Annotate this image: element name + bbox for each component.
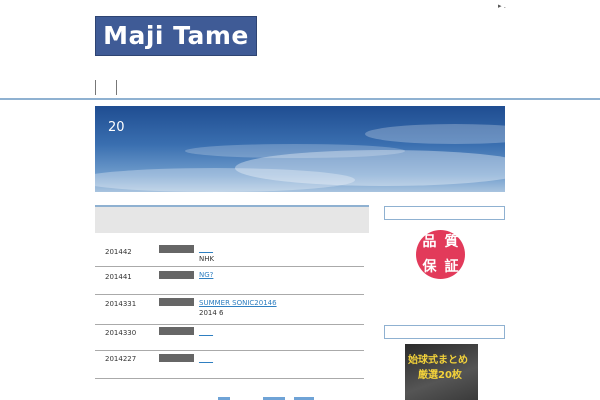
post-link[interactable]: ____: [199, 328, 213, 336]
top-link-marker[interactable]: ▸ .: [498, 2, 506, 10]
post-excerpt: 2014 6: [199, 309, 224, 317]
post-row[interactable]: 2014330 ____: [95, 324, 364, 351]
hero-banner: 20: [95, 106, 505, 192]
hero-title: 20: [108, 120, 125, 135]
post-link[interactable]: SUMMER SONIC20146: [199, 299, 277, 307]
post-link[interactable]: ____: [199, 355, 213, 363]
post-row[interactable]: 2014331 SUMMER SONIC20146 2014 6: [95, 294, 364, 325]
site-logo[interactable]: Maji Tame: [95, 16, 257, 56]
post-link[interactable]: NG?: [199, 271, 213, 279]
post-row[interactable]: 201441 NG?: [95, 266, 364, 295]
section-header-box: [95, 205, 369, 233]
badge-char: 証: [444, 258, 459, 275]
post-row[interactable]: 2014227 ____: [95, 350, 364, 379]
badge-char: 保: [422, 258, 437, 275]
category-tag[interactable]: [159, 271, 194, 279]
category-tag[interactable]: [159, 354, 194, 362]
post-link[interactable]: ____: [199, 245, 213, 253]
quality-guarantee-badge[interactable]: 品 質 保 証: [416, 230, 465, 279]
post-date: 201441: [105, 273, 132, 281]
category-tag[interactable]: [159, 327, 194, 335]
post-date: 2014331: [105, 300, 137, 308]
header-divider: [0, 98, 600, 100]
nav-separator: [95, 80, 96, 95]
promo-line: 厳選20枚: [418, 370, 462, 381]
post-row[interactable]: 201442 ____ NHK: [95, 236, 364, 267]
category-tag[interactable]: [159, 245, 194, 253]
promo-line: 始球式まとめ: [408, 355, 468, 366]
post-date: 2014227: [105, 355, 137, 363]
sidebar-widget-title: [384, 325, 505, 339]
sidebar-widget-title: [384, 206, 505, 220]
nav-separator: [116, 80, 117, 95]
cloud-layer: [95, 124, 505, 192]
category-tag[interactable]: [159, 298, 194, 306]
post-date: 2014330: [105, 329, 137, 337]
promo-banner[interactable]: 始球式まとめ 厳選20枚: [405, 344, 478, 400]
post-date: 201442: [105, 248, 132, 256]
badge-char: 品: [422, 234, 437, 251]
post-excerpt: NHK: [199, 255, 215, 263]
badge-char: 質: [444, 234, 459, 251]
